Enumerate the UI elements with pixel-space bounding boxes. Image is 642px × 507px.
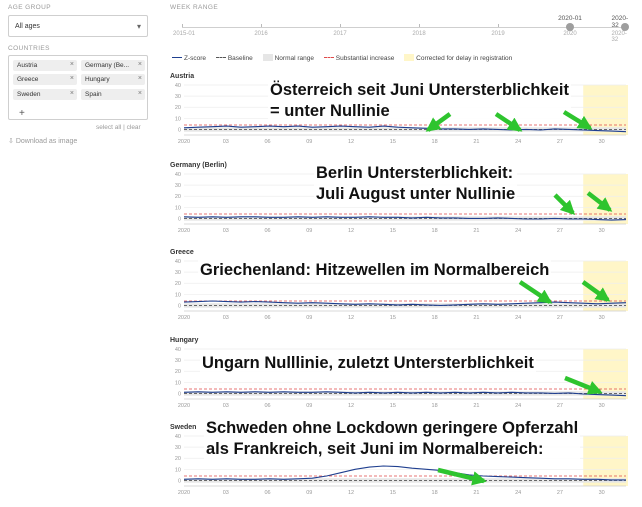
- green-arrow: [518, 280, 553, 304]
- green-arrow: [494, 112, 523, 132]
- green-arrow: [553, 193, 576, 216]
- green-arrow: [425, 112, 452, 132]
- green-arrow: [562, 110, 593, 130]
- green-arrow: [564, 375, 603, 395]
- annotation-arrows: [425, 110, 613, 486]
- green-arrow: [437, 467, 487, 486]
- green-arrow: [586, 191, 613, 212]
- green-arrow: [581, 280, 611, 302]
